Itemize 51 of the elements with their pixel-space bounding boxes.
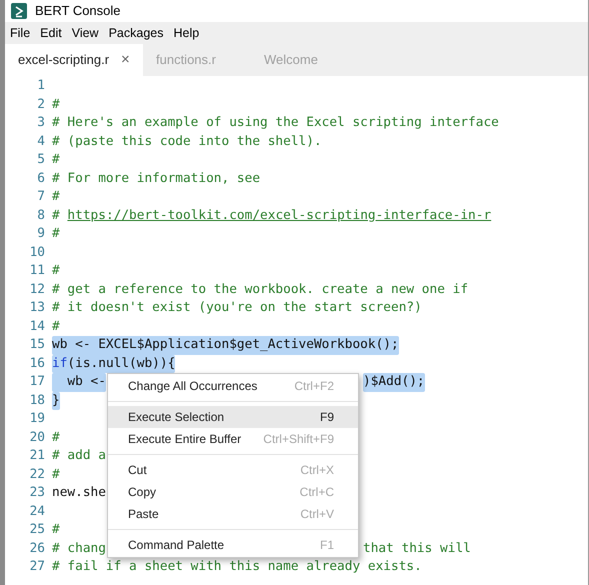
file-tab[interactable]: excel-scripting.r × [5, 44, 143, 76]
context-menu-item[interactable]: Command Palette F1 [108, 534, 358, 556]
context-menu-item[interactable]: Copy Ctrl+C [108, 481, 358, 503]
line-number: 17 [28, 373, 46, 391]
line-number: 14 [28, 318, 46, 336]
line-number: 9 [36, 225, 46, 243]
context-menu-item[interactable]: Execute Entire Buffer Ctrl+Shift+F9 [108, 428, 358, 450]
line-number: 22 [28, 466, 46, 484]
menu-item[interactable]: File [5, 24, 36, 42]
context-menu-item[interactable]: Change All Occurrences Ctrl+F2 [108, 375, 358, 397]
shortcut-label: Ctrl+C [300, 484, 334, 501]
shortcut-label: Ctrl+Shift+F9 [263, 431, 334, 448]
line-number: 21 [28, 447, 46, 465]
context-menu-item[interactable]: Paste Ctrl+V [108, 503, 358, 525]
context-menu-item[interactable]: Cut Ctrl+X [108, 459, 358, 481]
line-number: 27 [28, 558, 46, 576]
line-number: 2 [36, 96, 46, 114]
shortcut-label: Ctrl+V [300, 506, 334, 523]
line-number: 8 [36, 206, 46, 224]
line-number: 6 [36, 170, 46, 188]
line-number: 20 [28, 428, 46, 446]
line-number: 23 [28, 484, 46, 502]
menu-item[interactable]: View [66, 24, 104, 42]
shortcut-label: Ctrl+X [300, 462, 334, 479]
window-title: BERT Console [35, 2, 121, 20]
line-number: 16 [28, 354, 46, 372]
line-number: 12 [28, 280, 46, 298]
line-number: 5 [36, 151, 46, 169]
line-number: 3 [36, 114, 46, 132]
app-logo-icon [11, 3, 27, 19]
code-line: } [52, 392, 60, 410]
line-number: 7 [36, 188, 46, 206]
line-number: 4 [36, 132, 46, 150]
line-number: 10 [28, 244, 46, 262]
line-number: 26 [28, 540, 46, 558]
line-number: 11 [28, 262, 46, 280]
line-number: 18 [28, 392, 46, 410]
line-number: 13 [28, 299, 46, 317]
line-number: 1 [36, 77, 46, 95]
menu-item[interactable]: Packages [104, 24, 168, 42]
menu-item[interactable]: Help [168, 24, 204, 42]
line-number: 25 [28, 521, 46, 539]
line-number: 19 [28, 410, 46, 428]
shortcut-label: F1 [320, 537, 334, 554]
shortcut-label: F9 [320, 409, 334, 426]
line-number: 24 [28, 502, 46, 520]
context-menu-item[interactable]: Execute Selection F9 [108, 406, 358, 428]
shortcut-label: Ctrl+F2 [294, 378, 334, 395]
close-tab-button[interactable]: × [121, 48, 130, 72]
menu-item[interactable]: Edit [35, 24, 67, 42]
line-number: 15 [28, 336, 46, 354]
